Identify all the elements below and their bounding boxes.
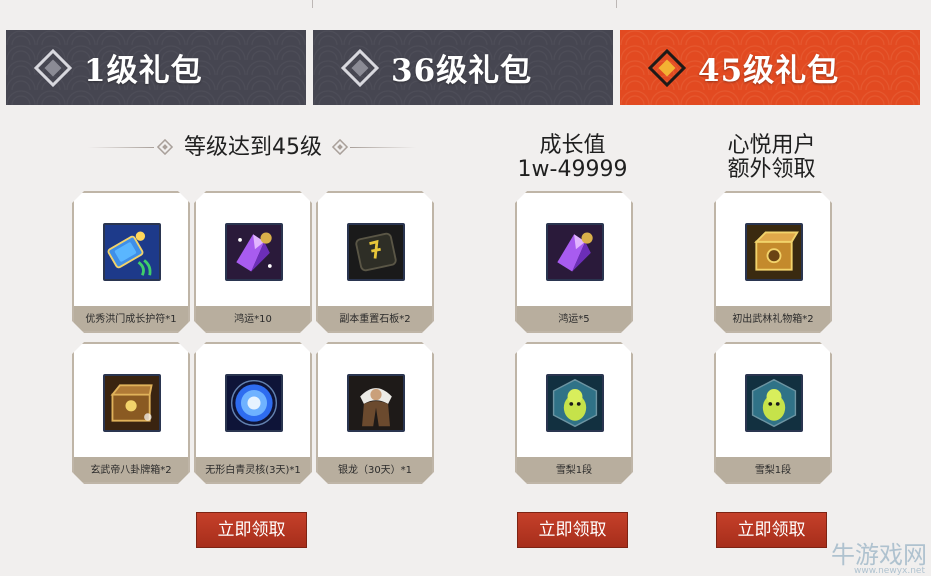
tab-level-1[interactable]: 1级礼包 — [6, 30, 306, 105]
diamond-icon — [341, 49, 379, 87]
heading-divider — [88, 147, 154, 148]
tab-label: 1级礼包 — [84, 53, 203, 89]
pear-icon — [745, 374, 803, 432]
frame-line — [312, 0, 313, 8]
claim-button-vip[interactable]: 立即领取 — [716, 512, 827, 548]
section-heading-level: 等级达到45级 — [184, 135, 322, 160]
reward-card[interactable]: 鸿运*5 — [515, 191, 633, 333]
claim-button-growth[interactable]: 立即领取 — [517, 512, 628, 548]
reward-name: 玄武帝八卦牌箱*2 — [90, 465, 172, 476]
vip-heading-line1: 心悦用户 — [727, 133, 816, 158]
tab-level-45[interactable]: 45级礼包 — [620, 30, 920, 105]
reward-name: 雪梨1段 — [754, 465, 792, 476]
section-heading-vip: 心悦用户 额外领取 — [699, 134, 844, 182]
crystal-icon — [225, 223, 283, 281]
treasure-box-icon — [103, 374, 161, 432]
reward-name: 鸿运*5 — [558, 314, 590, 325]
reward-card[interactable]: 无形白青灵核(3天)*1 — [194, 342, 312, 484]
reward-card[interactable]: 银龙（30天）*1 — [316, 342, 434, 484]
stone-tablet-icon — [347, 223, 405, 281]
diamond-icon — [648, 49, 686, 87]
tab-level-36[interactable]: 36级礼包 — [313, 30, 613, 105]
reward-name: 银龙（30天）*1 — [337, 465, 413, 476]
reward-name: 副本重置石板*2 — [339, 314, 411, 325]
gift-box-icon — [745, 223, 803, 281]
reward-name: 雪梨1段 — [555, 465, 593, 476]
watermark: 牛游戏网 — [831, 541, 927, 569]
heading-divider — [350, 147, 416, 148]
frame-line — [616, 0, 617, 8]
tab-label: 36级礼包 — [391, 53, 533, 89]
pear-icon — [546, 374, 604, 432]
amulet-icon — [103, 223, 161, 281]
tab-label: 45级礼包 — [698, 53, 840, 89]
fur-coat-icon — [347, 374, 405, 432]
crystal-icon — [546, 223, 604, 281]
heading-ornament-icon — [332, 139, 348, 155]
reward-name: 无形白青灵核(3天)*1 — [205, 465, 301, 476]
reward-card[interactable]: 玄武帝八卦牌箱*2 — [72, 342, 190, 484]
heading-ornament-icon — [157, 139, 173, 155]
reward-name: 初出武林礼物箱*2 — [732, 314, 814, 325]
reward-card[interactable]: 初出武林礼物箱*2 — [714, 191, 832, 333]
section-heading-growth: 成长值 1w-49999 — [500, 134, 645, 182]
vip-heading-line2: 额外领取 — [727, 157, 816, 182]
growth-heading-line2: 1w-49999 — [517, 157, 628, 182]
reward-card[interactable]: 雪梨1段 — [714, 342, 832, 484]
watermark-url: www.newyx.net — [853, 566, 925, 576]
reward-card[interactable]: 副本重置石板*2 — [316, 191, 434, 333]
claim-button-level[interactable]: 立即领取 — [196, 512, 307, 548]
spirit-orb-icon — [225, 374, 283, 432]
diamond-icon — [34, 49, 72, 87]
reward-name: 鸿运*10 — [234, 314, 272, 325]
reward-name: 优秀洪门成长护符*1 — [85, 314, 177, 325]
reward-card[interactable]: 雪梨1段 — [515, 342, 633, 484]
growth-heading-line1: 成长值 — [539, 133, 606, 158]
reward-card[interactable]: 优秀洪门成长护符*1 — [72, 191, 190, 333]
reward-card[interactable]: 鸿运*10 — [194, 191, 312, 333]
